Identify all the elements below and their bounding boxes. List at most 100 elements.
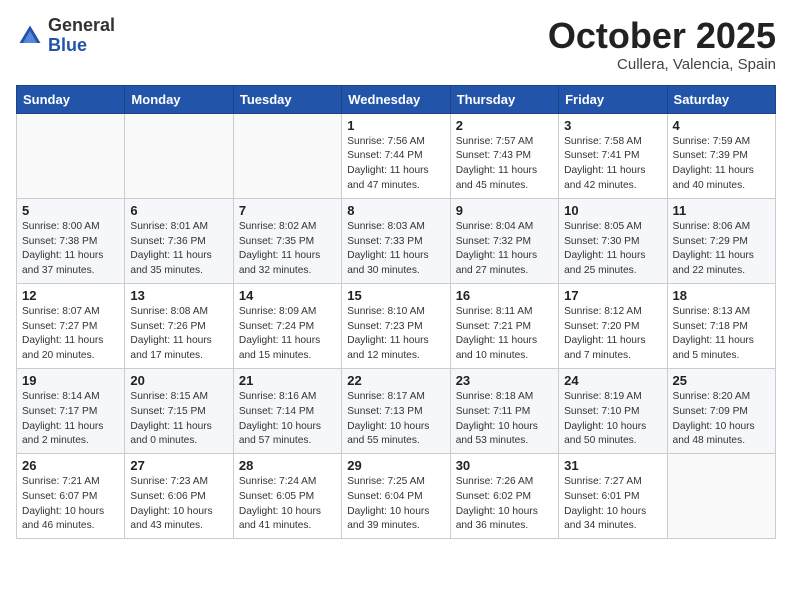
cell-date-number: 25 xyxy=(673,373,770,388)
calendar-cell: 1 Sunrise: 7:56 AM Sunset: 7:44 PM Daylig… xyxy=(342,113,450,198)
calendar-cell: 8 Sunrise: 8:03 AM Sunset: 7:33 PM Daylig… xyxy=(342,198,450,283)
cell-date-number: 30 xyxy=(456,458,553,473)
calendar-cell: 30Sunrise: 7:26 AM Sunset: 6:02 PM Dayli… xyxy=(450,454,558,539)
logo-icon xyxy=(16,22,44,50)
cell-date-number: 7 xyxy=(239,203,336,218)
cell-info-text: Sunrise: 7:27 AM Sunset: 6:01 PM Dayligh… xyxy=(564,475,661,534)
cell-info-text: Sunrise: 8:15 AM Sunset: 7:15 PM Dayligh… xyxy=(130,390,227,449)
calendar-cell: 10 Sunrise: 8:05 AM Sunset: 7:30 PM Dayli… xyxy=(559,198,667,283)
cell-date-number: 31 xyxy=(564,458,661,473)
calendar-cell: 17Sunrise: 8:12 AM Sunset: 7:20 PM Dayli… xyxy=(559,283,667,368)
calendar-cell: 12 Sunrise: 8:07 AM Sunset: 7:27 PM Dayli… xyxy=(17,283,125,368)
title-block: October 2025 Cullera, Valencia, Spain xyxy=(548,16,776,73)
cell-date-number: 28 xyxy=(239,458,336,473)
weekday-header-row: SundayMondayTuesdayWednesdayThursdayFrid… xyxy=(17,85,776,113)
cell-info-text: Sunrise: 8:14 AM Sunset: 7:17 PM Dayligh… xyxy=(22,390,119,449)
calendar-cell: 16 Sunrise: 8:11 AM Sunset: 7:21 PM Dayli… xyxy=(450,283,558,368)
cell-date-number: 6 xyxy=(130,203,227,218)
calendar-cell: 19 Sunrise: 8:14 AM Sunset: 7:17 PM Dayli… xyxy=(17,368,125,453)
cell-info-text: Sunrise: 8:18 AM Sunset: 7:11 PM Dayligh… xyxy=(456,390,553,449)
weekday-header-thursday: Thursday xyxy=(450,85,558,113)
calendar-cell: 18Sunrise: 8:13 AM Sunset: 7:18 PM Dayli… xyxy=(667,283,775,368)
calendar-cell xyxy=(17,113,125,198)
cell-date-number: 26 xyxy=(22,458,119,473)
logo-text: General Blue xyxy=(48,16,115,56)
cell-info-text: Sunrise: 8:09 AM Sunset: 7:24 PM Dayligh… xyxy=(239,305,336,364)
cell-date-number: 9 xyxy=(456,203,553,218)
weekday-header-monday: Monday xyxy=(125,85,233,113)
cell-date-number: 16 xyxy=(456,288,553,303)
calendar-cell: 28 Sunrise: 7:24 AM Sunset: 6:05 PM Dayli… xyxy=(233,454,341,539)
cell-info-text: Sunrise: 7:21 AM Sunset: 6:07 PM Dayligh… xyxy=(22,475,119,534)
weekday-header-tuesday: Tuesday xyxy=(233,85,341,113)
calendar-cell xyxy=(233,113,341,198)
cell-info-text: Sunrise: 8:16 AM Sunset: 7:14 PM Dayligh… xyxy=(239,390,336,449)
cell-info-text: Sunrise: 7:24 AM Sunset: 6:05 PM Dayligh… xyxy=(239,475,336,534)
cell-date-number: 4 xyxy=(673,118,770,133)
cell-info-text: Sunrise: 7:23 AM Sunset: 6:06 PM Dayligh… xyxy=(130,475,227,534)
cell-date-number: 24 xyxy=(564,373,661,388)
cell-info-text: Sunrise: 7:57 AM Sunset: 7:43 PM Dayligh… xyxy=(456,135,553,194)
calendar-week-row: 1 Sunrise: 7:56 AM Sunset: 7:44 PM Daylig… xyxy=(17,113,776,198)
calendar-week-row: 26 Sunrise: 7:21 AM Sunset: 6:07 PM Dayli… xyxy=(17,454,776,539)
calendar-cell: 2 Sunrise: 7:57 AM Sunset: 7:43 PM Daylig… xyxy=(450,113,558,198)
calendar-cell: 6 Sunrise: 8:01 AM Sunset: 7:36 PM Daylig… xyxy=(125,198,233,283)
weekday-header-wednesday: Wednesday xyxy=(342,85,450,113)
calendar-cell: 22 Sunrise: 8:17 AM Sunset: 7:13 PM Dayli… xyxy=(342,368,450,453)
calendar-cell: 31 Sunrise: 7:27 AM Sunset: 6:01 PM Dayli… xyxy=(559,454,667,539)
weekday-header-saturday: Saturday xyxy=(667,85,775,113)
cell-info-text: Sunrise: 7:59 AM Sunset: 7:39 PM Dayligh… xyxy=(673,135,770,194)
cell-info-text: Sunrise: 8:01 AM Sunset: 7:36 PM Dayligh… xyxy=(130,220,227,279)
cell-date-number: 2 xyxy=(456,118,553,133)
calendar-week-row: 5 Sunrise: 8:00 AM Sunset: 7:38 PM Daylig… xyxy=(17,198,776,283)
cell-info-text: Sunrise: 8:20 AM Sunset: 7:09 PM Dayligh… xyxy=(673,390,770,449)
calendar-cell: 15Sunrise: 8:10 AM Sunset: 7:23 PM Dayli… xyxy=(342,283,450,368)
cell-date-number: 23 xyxy=(456,373,553,388)
cell-date-number: 20 xyxy=(130,373,227,388)
cell-date-number: 5 xyxy=(22,203,119,218)
cell-date-number: 29 xyxy=(347,458,444,473)
weekday-header-friday: Friday xyxy=(559,85,667,113)
cell-date-number: 10 xyxy=(564,203,661,218)
cell-info-text: Sunrise: 8:11 AM Sunset: 7:21 PM Dayligh… xyxy=(456,305,553,364)
cell-date-number: 3 xyxy=(564,118,661,133)
cell-date-number: 11 xyxy=(673,203,770,218)
cell-info-text: Sunrise: 8:00 AM Sunset: 7:38 PM Dayligh… xyxy=(22,220,119,279)
page-header: General Blue October 2025 Cullera, Valen… xyxy=(16,16,776,73)
cell-info-text: Sunrise: 8:17 AM Sunset: 7:13 PM Dayligh… xyxy=(347,390,444,449)
calendar-cell: 29Sunrise: 7:25 AM Sunset: 6:04 PM Dayli… xyxy=(342,454,450,539)
cell-info-text: Sunrise: 8:05 AM Sunset: 7:30 PM Dayligh… xyxy=(564,220,661,279)
cell-date-number: 8 xyxy=(347,203,444,218)
calendar-cell: 4 Sunrise: 7:59 AM Sunset: 7:39 PM Daylig… xyxy=(667,113,775,198)
calendar-cell xyxy=(667,454,775,539)
cell-date-number: 22 xyxy=(347,373,444,388)
cell-info-text: Sunrise: 7:58 AM Sunset: 7:41 PM Dayligh… xyxy=(564,135,661,194)
cell-date-number: 19 xyxy=(22,373,119,388)
cell-date-number: 12 xyxy=(22,288,119,303)
cell-date-number: 13 xyxy=(130,288,227,303)
location: Cullera, Valencia, Spain xyxy=(548,56,776,73)
cell-date-number: 1 xyxy=(347,118,444,133)
cell-info-text: Sunrise: 8:04 AM Sunset: 7:32 PM Dayligh… xyxy=(456,220,553,279)
cell-info-text: Sunrise: 7:56 AM Sunset: 7:44 PM Dayligh… xyxy=(347,135,444,194)
calendar-cell: 27 Sunrise: 7:23 AM Sunset: 6:06 PM Dayli… xyxy=(125,454,233,539)
cell-info-text: Sunrise: 8:13 AM Sunset: 7:18 PM Dayligh… xyxy=(673,305,770,364)
cell-date-number: 14 xyxy=(239,288,336,303)
cell-info-text: Sunrise: 8:10 AM Sunset: 7:23 PM Dayligh… xyxy=(347,305,444,364)
logo: General Blue xyxy=(16,16,115,56)
cell-info-text: Sunrise: 8:06 AM Sunset: 7:29 PM Dayligh… xyxy=(673,220,770,279)
cell-info-text: Sunrise: 8:19 AM Sunset: 7:10 PM Dayligh… xyxy=(564,390,661,449)
cell-date-number: 27 xyxy=(130,458,227,473)
cell-info-text: Sunrise: 8:07 AM Sunset: 7:27 PM Dayligh… xyxy=(22,305,119,364)
calendar-cell: 5 Sunrise: 8:00 AM Sunset: 7:38 PM Daylig… xyxy=(17,198,125,283)
calendar-cell: 14 Sunrise: 8:09 AM Sunset: 7:24 PM Dayli… xyxy=(233,283,341,368)
calendar-cell: 3 Sunrise: 7:58 AM Sunset: 7:41 PM Daylig… xyxy=(559,113,667,198)
cell-info-text: Sunrise: 8:03 AM Sunset: 7:33 PM Dayligh… xyxy=(347,220,444,279)
calendar-cell: 23 Sunrise: 8:18 AM Sunset: 7:11 PM Dayli… xyxy=(450,368,558,453)
cell-info-text: Sunrise: 8:08 AM Sunset: 7:26 PM Dayligh… xyxy=(130,305,227,364)
calendar-table: SundayMondayTuesdayWednesdayThursdayFrid… xyxy=(16,85,776,540)
calendar-cell: 9 Sunrise: 8:04 AM Sunset: 7:32 PM Daylig… xyxy=(450,198,558,283)
cell-date-number: 17 xyxy=(564,288,661,303)
calendar-week-row: 19 Sunrise: 8:14 AM Sunset: 7:17 PM Dayli… xyxy=(17,368,776,453)
calendar-cell: 7Sunrise: 8:02 AM Sunset: 7:35 PM Daylig… xyxy=(233,198,341,283)
